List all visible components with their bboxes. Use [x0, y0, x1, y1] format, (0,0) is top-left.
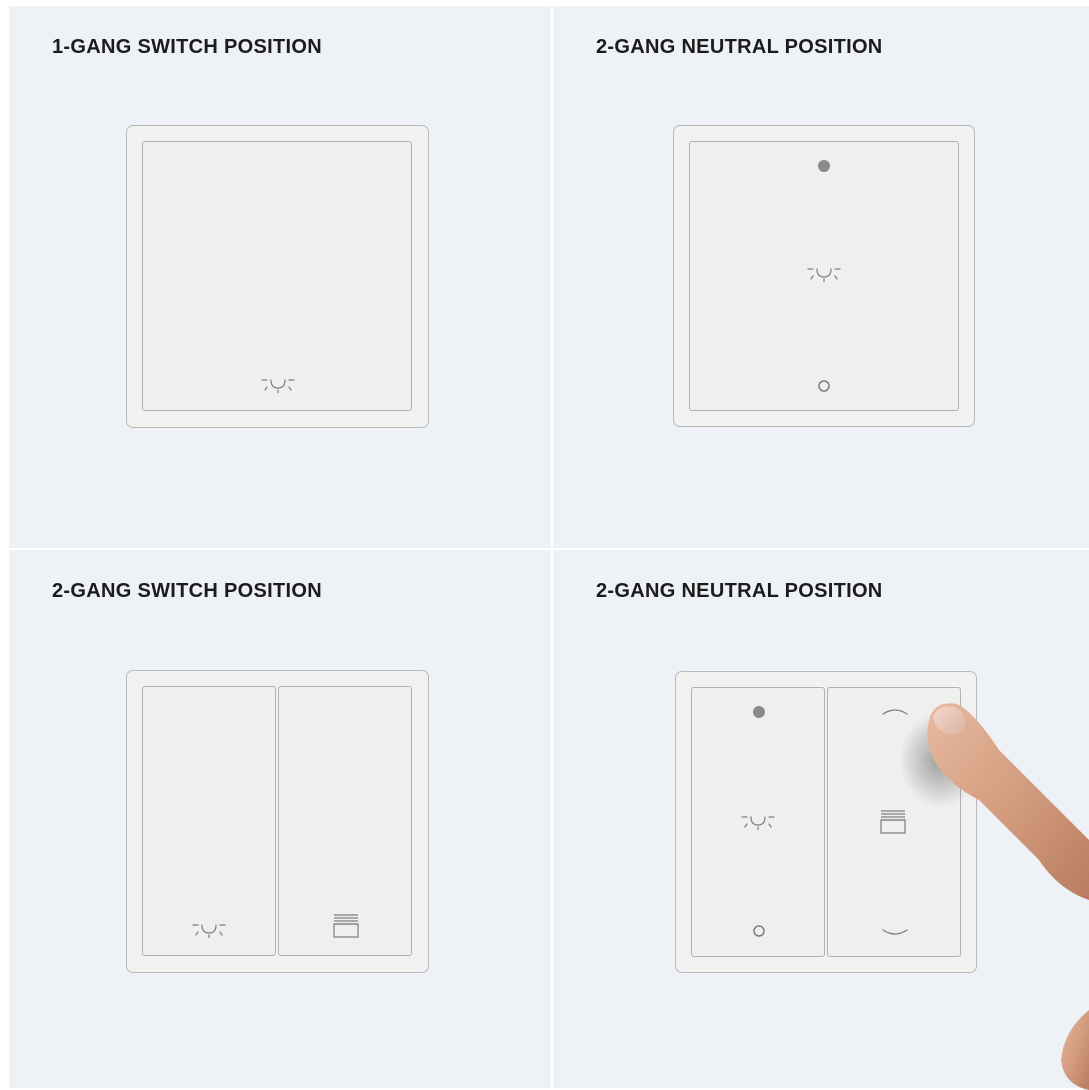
rocker-button[interactable]: [689, 141, 959, 411]
light-icon: [807, 268, 841, 282]
panel-2gang-switch: 2-GANG SWITCH POSITION: [9, 550, 551, 1088]
switch-plate: [126, 670, 429, 973]
panel-title: 2-GANG SWITCH POSITION: [52, 580, 322, 602]
switch-plate: [673, 125, 975, 427]
blind-icon: [333, 914, 359, 938]
panel-title: 1-GANG SWITCH POSITION: [52, 36, 322, 58]
finger-illustration: [899, 703, 1089, 1090]
light-icon: [741, 816, 775, 830]
switch-plate: [126, 125, 429, 428]
panel-title: 2-GANG NEUTRAL POSITION: [596, 36, 883, 58]
rocker-button-left[interactable]: [142, 686, 276, 956]
rocker-button-left[interactable]: [691, 687, 825, 957]
dot-off-icon: [753, 925, 765, 937]
panel-title: 2-GANG NEUTRAL POSITION: [596, 580, 883, 602]
panel-2gang-neutral: 2-GANG NEUTRAL POSITION: [553, 6, 1089, 548]
panel-1gang-switch: 1-GANG SWITCH POSITION: [9, 6, 551, 548]
dot-off-icon: [818, 380, 830, 392]
switch-positions-grid: 1-GANG SWITCH POSITION 2-GANG NEUTRAL PO…: [9, 6, 1089, 1090]
light-icon: [192, 924, 226, 938]
rocker-button-right[interactable]: [278, 686, 412, 956]
light-icon: [261, 379, 295, 393]
dot-on-icon: [753, 706, 765, 718]
rocker-button[interactable]: [142, 141, 412, 411]
panel-2gang-neutral-pressed: 2-GANG NEUTRAL POSITION: [553, 550, 1089, 1090]
dot-on-icon: [818, 160, 830, 172]
